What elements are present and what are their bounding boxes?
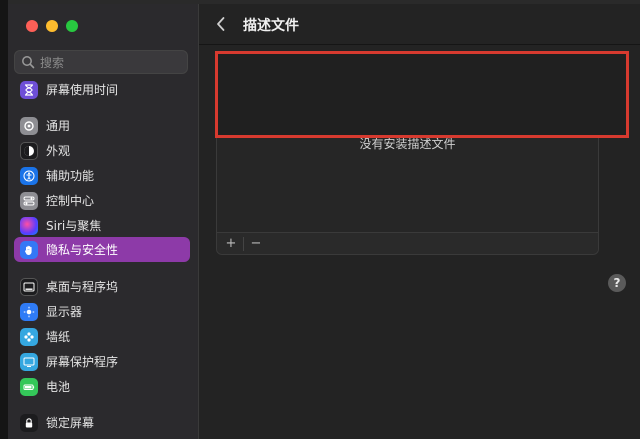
hand-icon: [20, 240, 38, 259]
battery-icon: [20, 377, 38, 396]
toolbar-separator: [243, 236, 244, 251]
profiles-list-toolbar: + −: [217, 232, 598, 254]
traffic-lights: [26, 20, 78, 32]
screensaver-icon: [20, 352, 38, 371]
sidebar-item-desktop-dock[interactable]: 桌面与程序坞: [14, 274, 190, 299]
sidebar-item-label: 电池: [46, 380, 71, 394]
sidebar-item-displays[interactable]: 显示器: [14, 299, 190, 324]
appearance-icon: [20, 141, 38, 160]
sidebar-item-general[interactable]: 通用: [14, 113, 190, 138]
sidebar-item-accessibility[interactable]: 辅助功能: [14, 163, 190, 188]
page-title: 描述文件: [243, 18, 299, 34]
back-chevron-icon[interactable]: [215, 16, 227, 32]
sidebar-item-label: 辅助功能: [46, 169, 95, 183]
sidebar-item-label: 锁定屏幕: [46, 416, 95, 430]
sidebar-item-appearance[interactable]: 外观: [14, 138, 190, 163]
search-placeholder: 搜索: [40, 55, 65, 70]
highlight-annotation-box: [215, 51, 629, 138]
remove-profile-button[interactable]: −: [248, 236, 264, 251]
sidebar-item-control-center[interactable]: 控制中心: [14, 188, 190, 213]
gear-icon: [20, 116, 38, 135]
toolbar-divider: [199, 44, 640, 45]
sidebar-item-battery[interactable]: 电池: [14, 374, 190, 399]
help-button[interactable]: ?: [608, 274, 626, 292]
settings-window: 搜索 屏幕使用时间 通用 外观 辅助功能 控制中心 Siri与聚焦 隐私与安全性…: [0, 0, 640, 439]
search-icon: [22, 56, 35, 69]
sidebar-item-screen-time[interactable]: 屏幕使用时间: [14, 77, 190, 102]
sidebar: 搜索 屏幕使用时间 通用 外观 辅助功能 控制中心 Siri与聚焦 隐私与安全性…: [8, 4, 199, 439]
display-icon: [20, 302, 38, 321]
add-profile-button[interactable]: +: [223, 236, 239, 251]
sidebar-item-siri-spotlight[interactable]: Siri与聚焦: [14, 213, 190, 238]
sidebar-item-label: 屏幕保护程序: [46, 355, 119, 369]
zoom-window-button[interactable]: [66, 20, 78, 32]
main-panel: 描述文件 没有安装描述文件 + − ?: [199, 4, 640, 439]
background-window-edge: [0, 0, 8, 439]
sidebar-item-label: Siri与聚焦: [46, 219, 102, 233]
hourglass-icon: [20, 80, 38, 99]
close-window-button[interactable]: [26, 20, 38, 32]
lock-icon: [20, 413, 38, 432]
accessibility-icon: [20, 166, 38, 185]
sidebar-item-label: 屏幕使用时间: [46, 83, 119, 97]
minimize-window-button[interactable]: [46, 20, 58, 32]
sidebar-item-lock-screen[interactable]: 锁定屏幕: [14, 410, 190, 435]
sidebar-item-label: 墙纸: [46, 330, 71, 344]
sidebar-item-label: 外观: [46, 144, 71, 158]
dock-icon: [20, 277, 38, 296]
search-input[interactable]: 搜索: [14, 50, 188, 74]
sidebar-item-label: 桌面与程序坞: [46, 280, 119, 294]
sidebar-item-label: 控制中心: [46, 194, 95, 208]
sidebar-item-label: 通用: [46, 119, 71, 133]
sidebar-item-privacy-security[interactable]: 隐私与安全性: [14, 237, 190, 262]
sidebar-item-label: 隐私与安全性: [46, 243, 119, 257]
control-center-icon: [20, 191, 38, 210]
sidebar-item-screen-saver[interactable]: 屏幕保护程序: [14, 349, 190, 374]
wallpaper-icon: [20, 327, 38, 346]
siri-icon: [20, 216, 38, 235]
toolbar: 描述文件: [199, 4, 640, 44]
sidebar-item-wallpaper[interactable]: 墙纸: [14, 324, 190, 349]
sidebar-item-label: 显示器: [46, 305, 83, 319]
